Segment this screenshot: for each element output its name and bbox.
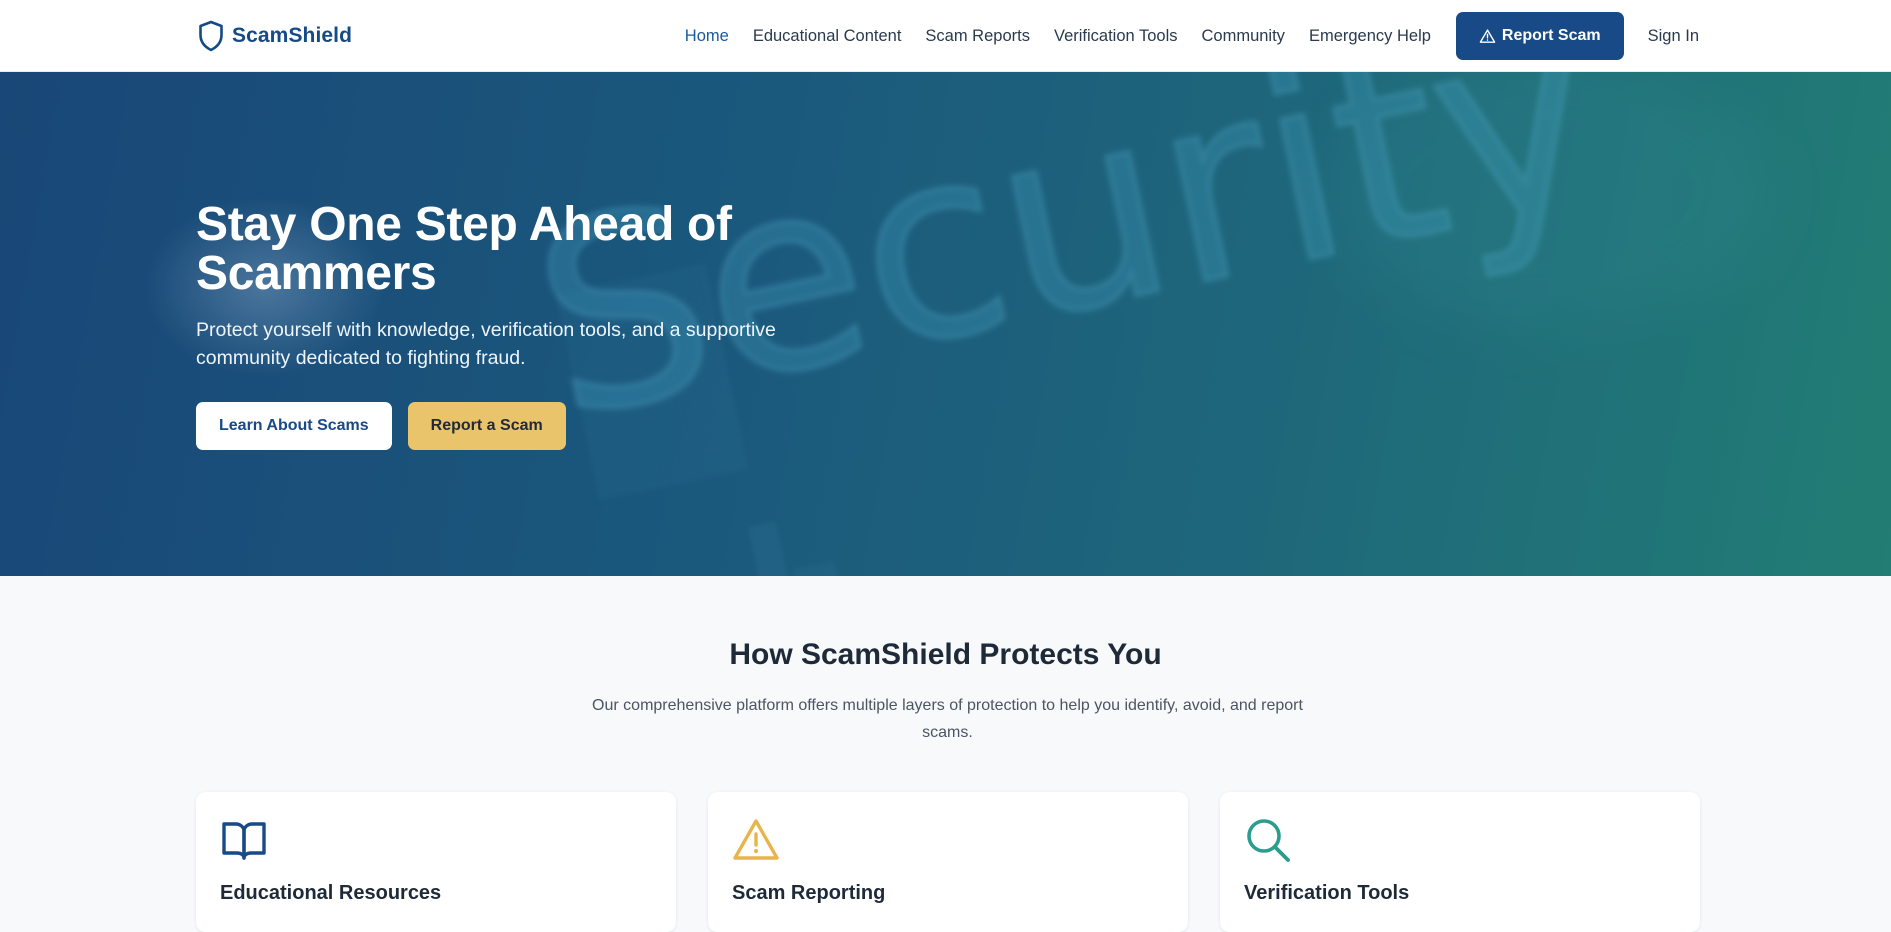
card-title: Verification Tools bbox=[1244, 882, 1410, 904]
feature-card-educational-resources[interactable]: Educational Resources bbox=[196, 792, 676, 932]
brand-name: ScamShield bbox=[232, 24, 353, 47]
shield-icon bbox=[199, 20, 223, 52]
card-title: Scam Reporting bbox=[732, 882, 886, 904]
search-icon bbox=[1247, 819, 1290, 862]
report-scam-button[interactable]: Report Scam bbox=[1455, 12, 1624, 60]
card-title: Educational Resources bbox=[220, 882, 442, 904]
brand-logo-link[interactable]: ScamShield bbox=[198, 20, 352, 52]
learn-about-scams-button[interactable]: Learn About Scams bbox=[196, 402, 392, 450]
nav-link-home[interactable]: Home bbox=[685, 27, 729, 46]
features-title: How ScamShield Protects You bbox=[729, 638, 1162, 671]
nav-link-educational-content[interactable]: Educational Content bbox=[753, 27, 902, 46]
hero-title: Stay One Step Ahead of Scammers bbox=[196, 198, 732, 300]
nav-link-community[interactable]: Community bbox=[1202, 27, 1285, 46]
nav-link-scam-reports[interactable]: Scam Reports bbox=[925, 27, 1030, 46]
main-nav: Home Educational Content Scam Reports Ve… bbox=[661, 0, 1699, 72]
feature-card-scam-reporting[interactable]: Scam Reporting bbox=[708, 792, 1188, 932]
hero-section: Security Stay One Step Ahead of Scammers… bbox=[0, 72, 1891, 576]
hero-subtitle: Protect yourself with knowledge, verific… bbox=[196, 319, 776, 369]
feature-card-verification-tools[interactable]: Verification Tools bbox=[1220, 792, 1700, 932]
book-open-icon bbox=[222, 822, 266, 860]
hero-content: Stay One Step Ahead of Scammers Protect … bbox=[196, 200, 896, 450]
nav-link-verification-tools[interactable]: Verification Tools bbox=[1054, 27, 1178, 46]
nav-link-emergency-help[interactable]: Emergency Help bbox=[1309, 27, 1431, 46]
feature-cards: Educational Resources Scam Reporting Ver… bbox=[196, 792, 1700, 932]
report-scam-button-label: Report Scam bbox=[1501, 27, 1601, 44]
report-a-scam-button[interactable]: Report a Scam bbox=[407, 402, 566, 450]
top-navbar: ScamShield Home Educational Content Scam… bbox=[0, 0, 1891, 72]
hero-buttons: Learn About Scams Report a Scam bbox=[196, 402, 896, 450]
warning-triangle-icon bbox=[1479, 28, 1496, 43]
sign-in-link[interactable]: Sign In bbox=[1648, 27, 1699, 46]
features-description: Our comprehensive platform offers multip… bbox=[592, 697, 1303, 741]
warning-triangle-icon bbox=[733, 819, 779, 860]
